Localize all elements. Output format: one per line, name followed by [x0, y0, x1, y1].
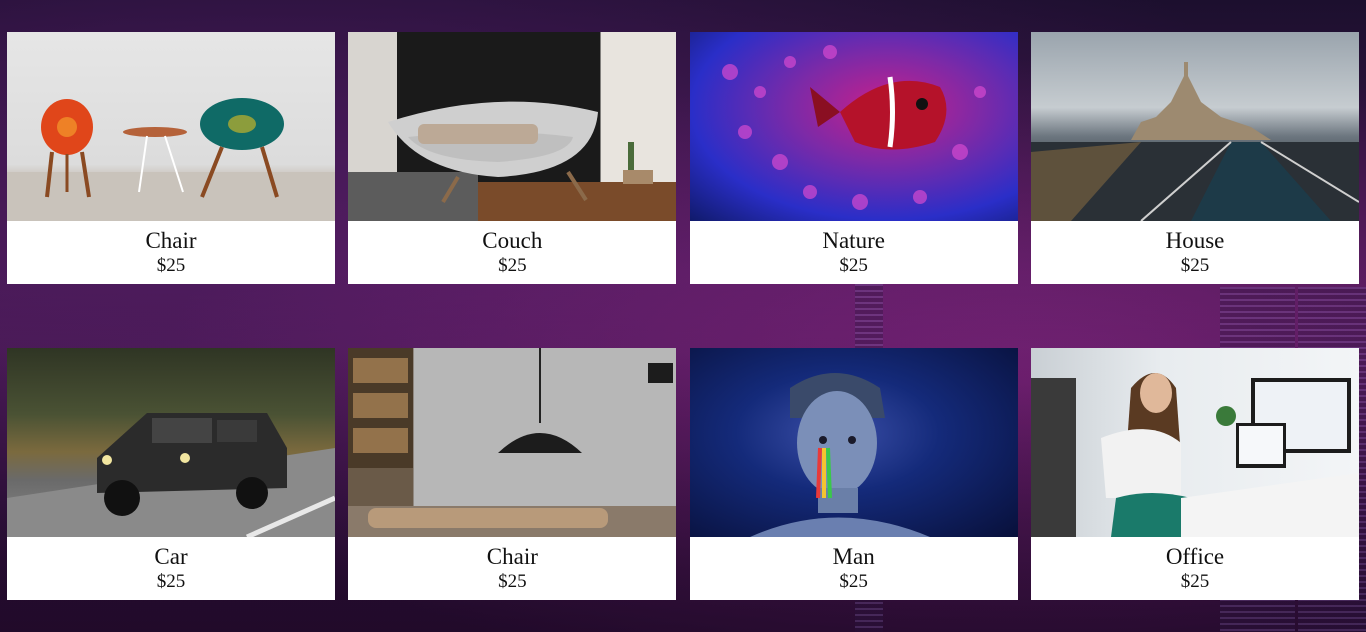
- fish-photo[interactable]: [689, 32, 1018, 221]
- product-card[interactable]: Nature $25: [689, 32, 1018, 284]
- product-title: Car: [154, 544, 188, 569]
- product-caption: Nature $25: [690, 221, 1018, 284]
- product-caption: Chair $25: [348, 537, 676, 600]
- product-title: Chair: [486, 544, 538, 569]
- product-caption: Couch $25: [348, 221, 676, 284]
- product-title: Nature: [822, 228, 885, 253]
- product-price: $25: [498, 571, 527, 592]
- castle-photo[interactable]: [1030, 32, 1359, 221]
- product-card[interactable]: Chair $25: [348, 348, 677, 600]
- product-price: $25: [498, 255, 527, 276]
- couch-photo[interactable]: [348, 32, 677, 221]
- lamp-room-photo[interactable]: [348, 348, 677, 537]
- product-title: Chair: [145, 228, 197, 253]
- product-card[interactable]: House $25: [1030, 32, 1359, 284]
- product-title: Office: [1165, 544, 1225, 569]
- man-photo[interactable]: [689, 348, 1018, 537]
- chairs-photo[interactable]: [7, 32, 335, 221]
- product-grid: Chair $25 Couch $25 Nature $25 House $25…: [7, 32, 1359, 600]
- product-caption: Chair $25: [7, 221, 335, 284]
- car-photo[interactable]: [7, 348, 335, 537]
- product-price: $25: [839, 571, 868, 592]
- product-card[interactable]: Car $25: [7, 348, 335, 600]
- product-caption: Man $25: [690, 537, 1018, 600]
- product-card[interactable]: Couch $25: [348, 32, 677, 284]
- product-title: Man: [832, 544, 875, 569]
- product-price: $25: [1180, 571, 1210, 592]
- product-price: $25: [839, 255, 868, 276]
- product-price: $25: [1180, 255, 1210, 276]
- product-caption: House $25: [1031, 221, 1359, 284]
- product-caption: Office $25: [1031, 537, 1359, 600]
- product-price: $25: [156, 571, 186, 592]
- product-price: $25: [156, 255, 186, 276]
- product-card[interactable]: Office $25: [1030, 348, 1359, 600]
- product-title: Couch: [482, 228, 543, 253]
- product-title: House: [1165, 228, 1225, 253]
- office-photo[interactable]: [1030, 348, 1359, 537]
- product-caption: Car $25: [7, 537, 335, 600]
- product-card[interactable]: Chair $25: [7, 32, 335, 284]
- product-card[interactable]: Man $25: [689, 348, 1018, 600]
